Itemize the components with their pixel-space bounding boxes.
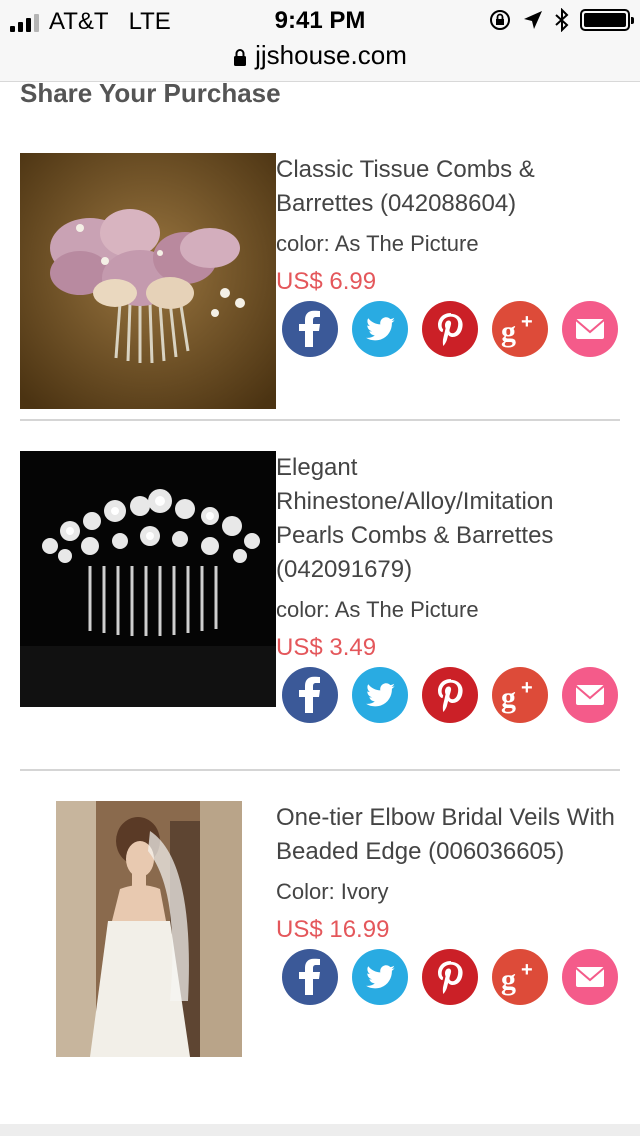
pinterest-icon [422,667,478,723]
location-arrow-icon [524,11,542,29]
twitter-share-button[interactable] [352,667,408,723]
pinterest-share-button[interactable] [422,949,478,1005]
facebook-icon [282,949,338,1005]
google-plus-share-button[interactable]: g + [492,949,548,1005]
share-buttons: g + [282,301,620,357]
product-image[interactable] [20,801,276,1057]
svg-text:+: + [521,959,533,981]
browser-chrome: AT&T LTE 9:41 PM jjshouse.com [0,0,640,82]
google-plus-icon: g + [492,949,548,1005]
bridal-veil-model-image [56,801,242,1057]
product-name[interactable]: Classic Tissue Combs & Barrettes (042088… [276,153,620,221]
email-icon [562,301,618,357]
battery-icon [580,9,634,31]
facebook-icon [282,667,338,723]
url-text: jjshouse.com [255,40,407,70]
product-image[interactable] [20,153,276,409]
twitter-icon [352,949,408,1005]
product-color: color: As The Picture [276,597,479,622]
status-bar: AT&T LTE 9:41 PM [0,0,640,40]
email-share-button[interactable] [562,667,618,723]
rhinestone-hair-comb-image [20,451,276,707]
product-color: color: As The Picture [276,231,479,256]
twitter-icon [352,301,408,357]
address-bar[interactable]: jjshouse.com [0,40,640,71]
footer-strip [0,1124,640,1136]
svg-text:g: g [501,963,516,996]
pinterest-icon [422,949,478,1005]
divider [20,419,620,421]
product-price: US$ 6.99 [276,268,377,295]
google-plus-icon: g + [492,301,548,357]
svg-text:+: + [521,677,533,699]
floral-hair-comb-image [20,153,276,409]
product-price: US$ 3.49 [276,634,377,661]
email-share-button[interactable] [562,949,618,1005]
email-share-button[interactable] [562,301,618,357]
twitter-share-button[interactable] [352,301,408,357]
svg-text:g: g [501,315,516,348]
share-buttons: g + [282,667,620,723]
share-buttons: g + [282,949,620,1005]
pinterest-share-button[interactable] [422,301,478,357]
google-plus-share-button[interactable]: g + [492,667,548,723]
divider [20,769,620,771]
pinterest-share-button[interactable] [422,667,478,723]
bluetooth-icon [555,8,569,32]
twitter-share-button[interactable] [352,949,408,1005]
svg-text:g: g [501,681,516,714]
email-icon [562,667,618,723]
product-color: Color: Ivory [276,879,389,904]
pinterest-icon [422,301,478,357]
product-image[interactable] [20,451,276,707]
twitter-icon [352,667,408,723]
facebook-share-button[interactable] [282,949,338,1005]
svg-text:+: + [521,311,533,333]
rotation-lock-icon [490,10,510,30]
product-name[interactable]: One-tier Elbow Bridal Veils With Beaded … [276,801,620,869]
facebook-share-button[interactable] [282,667,338,723]
product-name[interactable]: Elegant Rhinestone/Alloy/Imitation Pearl… [276,451,620,587]
product-price: US$ 16.99 [276,916,390,943]
google-plus-icon: g + [492,667,548,723]
page-title: Share Your Purchase [20,78,281,108]
google-plus-share-button[interactable]: g + [492,301,548,357]
facebook-share-button[interactable] [282,301,338,357]
facebook-icon [282,301,338,357]
lock-icon [234,48,247,66]
email-icon [562,949,618,1005]
